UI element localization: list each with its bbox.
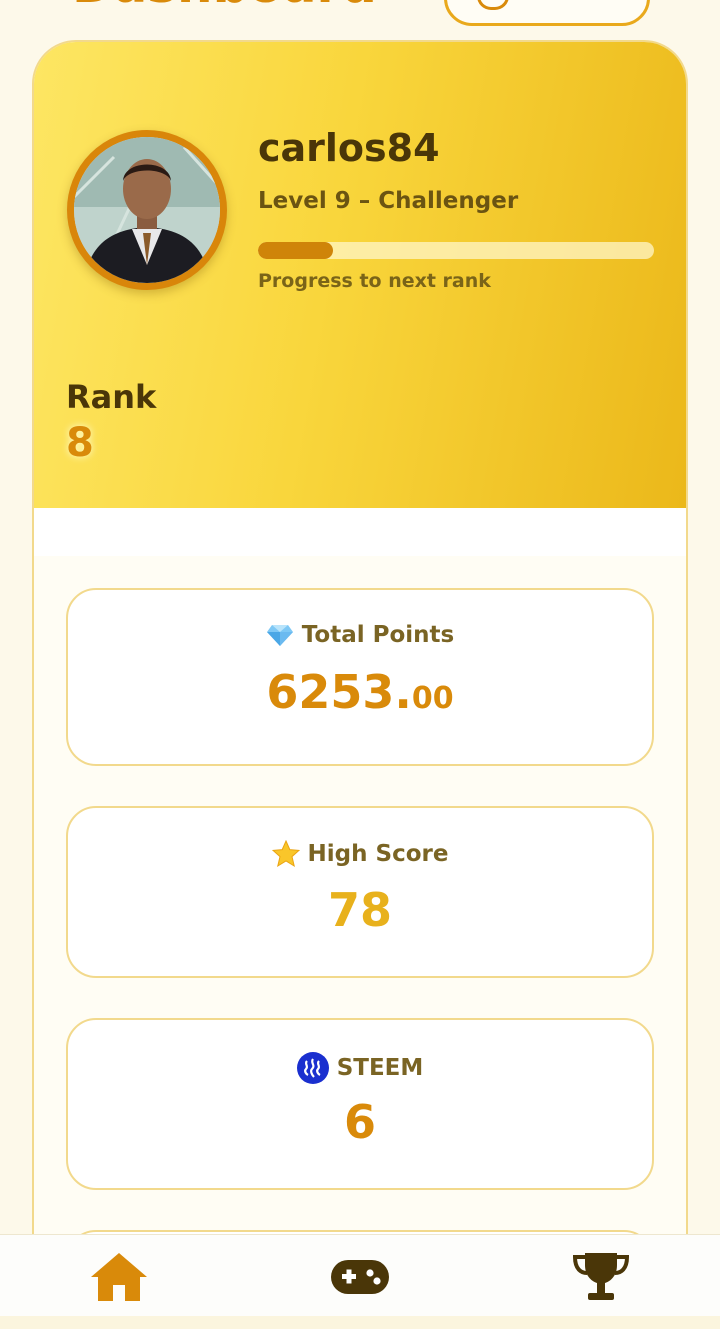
total-points-card: Total Points 6253.00: [66, 588, 654, 766]
total-points-integer: 6253.: [266, 665, 412, 719]
rank-progress-bar: [258, 242, 654, 259]
rank-value: 8: [66, 420, 94, 466]
rank-progress-fill: [258, 242, 334, 259]
nav-games[interactable]: [330, 1251, 390, 1303]
dashboard-card: carlos84 Level 9 – Challenger Progress t…: [32, 40, 688, 1304]
total-points-decimal: 00: [411, 681, 454, 716]
nav-leaderboard[interactable]: [571, 1251, 631, 1303]
avatar[interactable]: [67, 130, 227, 290]
header-action-button[interactable]: [444, 0, 650, 26]
high-score-card: High Score 78: [66, 806, 654, 978]
page-title: Dashboard: [72, 0, 377, 10]
username: carlos84: [258, 126, 440, 170]
steem-card: STEEM 6: [66, 1018, 654, 1190]
star-icon: [271, 840, 300, 868]
home-icon: [91, 1253, 147, 1301]
profile-divider: [34, 508, 686, 556]
high-score-value: 78: [327, 883, 392, 937]
steem-label: STEEM: [336, 1055, 424, 1081]
total-points-value: 6253.00: [68, 664, 652, 727]
trophy-icon: [572, 1253, 630, 1300]
rank-label: Rank: [66, 378, 157, 416]
high-score-label: High Score: [307, 841, 449, 867]
high-score-title: High Score: [68, 840, 652, 868]
progress-label: Progress to next rank: [258, 270, 491, 292]
steem-value: 6: [343, 1095, 376, 1149]
dashboard-page: Dashboard carlos84 Level 9 – Challeng: [0, 0, 720, 1329]
header-action-icon: [477, 0, 509, 10]
bottom-safe-area: [0, 1316, 720, 1329]
level-text: Level 9 – Challenger: [258, 188, 519, 214]
nav-home[interactable]: [89, 1251, 149, 1303]
steem-icon: [296, 1052, 329, 1084]
total-points-title: Total Points: [68, 622, 652, 648]
bottom-navigation: [0, 1234, 720, 1317]
profile-header: carlos84 Level 9 – Challenger Progress t…: [34, 42, 686, 508]
total-points-label: Total Points: [301, 622, 455, 648]
gem-icon: [266, 625, 293, 646]
gamepad-icon: [331, 1260, 389, 1294]
steem-title: STEEM: [68, 1052, 652, 1084]
